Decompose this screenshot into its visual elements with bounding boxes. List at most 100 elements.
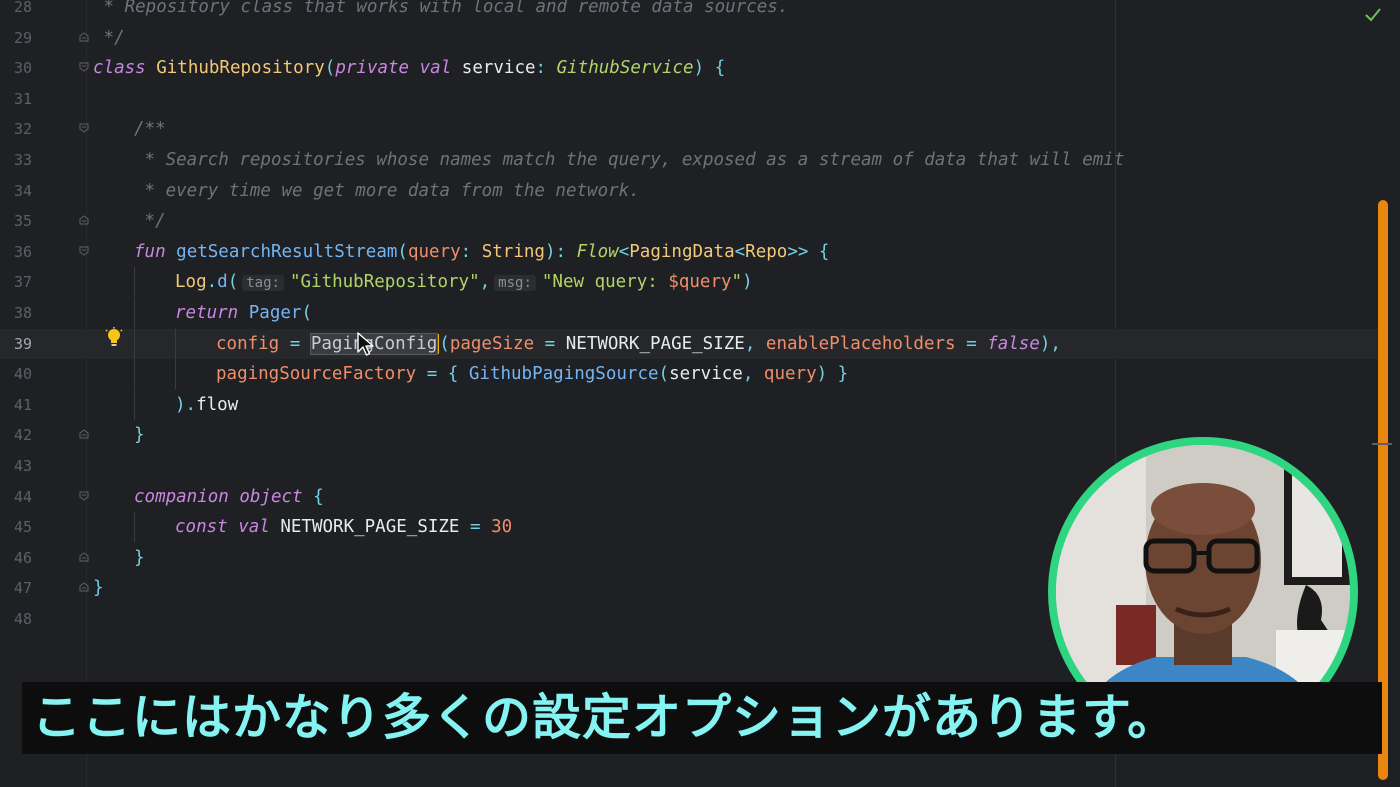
line-number[interactable]: 40 [0,359,32,390]
line-number[interactable]: 42 [0,420,32,451]
fold-start-icon[interactable] [79,123,89,134]
line-number[interactable]: 44 [0,482,32,513]
code-text[interactable]: */ [93,206,166,237]
indent-guide [134,389,175,420]
subtitle-caption: ここにはかなり多くの設定オプションがあります。 [32,689,1178,746]
line-number[interactable]: 41 [0,390,32,421]
line-number[interactable]: 39 [0,329,32,360]
code-token: service [669,364,743,385]
code-line[interactable]: 38 return Pager( [0,298,1380,329]
code-token: = [534,333,566,354]
code-line[interactable]: 34 * every time we get more data from th… [0,176,1380,207]
code-token: /** [134,119,166,140]
fold-end-icon[interactable] [79,31,89,42]
code-token: NETWORK_PAGE_SIZE [280,517,460,538]
code-text[interactable]: return Pager( [93,298,312,329]
code-token: "GithubRepository" [289,272,480,293]
line-number[interactable]: 43 [0,451,32,482]
code-token: = [955,333,988,354]
code-token: >> { [787,241,830,262]
code-text[interactable]: config = PagingConfig (pageSize = NETWORK… [93,328,1061,360]
code-text[interactable]: fun getSearchResultStream(query: String)… [93,237,829,268]
code-text[interactable]: } [93,573,104,604]
code-token: String [481,241,545,262]
code-token: GithubService [556,58,694,79]
fold-end-icon[interactable] [79,429,89,439]
code-token: = [279,333,311,354]
code-line[interactable]: 39 config = PagingConfig (pageSize = NETWO… [0,328,1380,360]
code-token: GithubPagingSource [468,364,659,385]
line-number[interactable]: 29 [0,23,32,54]
code-text[interactable]: * every time we get more data from the n… [93,176,640,207]
code-line[interactable]: 31 [0,84,1380,115]
fold-start-icon[interactable] [79,246,89,256]
code-text[interactable]: const val NETWORK_PAGE_SIZE = 30 [93,512,512,543]
code-text[interactable]: } [93,420,145,451]
line-number[interactable]: 36 [0,237,32,268]
code-line[interactable]: 37 Log.d(tag: "GithubRepository", msg: "New … [0,267,1380,298]
line-number[interactable]: 34 [0,176,32,207]
code-text[interactable]: } [93,543,145,574]
code-token: Pager [248,303,302,323]
indent-guide [93,420,134,450]
line-number[interactable]: 32 [0,114,32,145]
line-number[interactable]: 38 [0,298,32,329]
code-text[interactable]: * Repository class that works with local… [93,0,789,23]
scrollbar-marker [1372,443,1392,445]
code-token: ( [397,241,408,262]
code-text[interactable]: Log.d(tag: "GithubRepository", msg: "New qu… [93,267,753,299]
code-text[interactable]: class GithubRepository(private val servi… [93,53,725,84]
code-token: class [93,58,157,79]
mouse-cursor-icon [357,332,375,362]
code-line[interactable]: 36 fun getSearchResultStream(query: Strin… [0,237,1380,268]
fold-end-icon[interactable] [79,582,89,592]
line-number[interactable]: 28 [0,0,32,23]
code-text[interactable]: * Search repositories whose names match … [93,145,1125,176]
fold-end-icon[interactable] [79,215,89,225]
code-text[interactable]: pagingSourceFactory = { GithubPagingSour… [93,359,848,390]
code-token: < [734,241,746,262]
indent-guide [134,359,175,390]
code-token: 30 [491,517,513,538]
code-token: Repo [745,241,788,262]
indent-guide [93,237,134,267]
code-line[interactable]: 33 * Search repositories whose names mat… [0,145,1380,176]
code-text[interactable]: */ [93,23,125,54]
fold-start-icon[interactable] [79,491,89,501]
code-text[interactable]: ).flow [93,389,238,421]
subtitle-caption-bar: ここにはかなり多くの設定オプションがあります。 [22,682,1382,754]
line-number[interactable]: 46 [0,543,32,574]
line-number[interactable]: 45 [0,512,32,543]
line-number[interactable]: 35 [0,206,32,237]
code-token: : [535,58,557,79]
code-line[interactable]: 28 * Repository class that works with lo… [0,0,1380,23]
check-icon [1364,6,1382,28]
code-line[interactable]: 32 /** [0,114,1380,145]
fold-start-icon[interactable] [79,62,89,72]
code-token: . [206,272,218,293]
code-token: ): [544,241,577,262]
line-number[interactable]: 31 [0,84,32,115]
line-number[interactable]: 48 [0,604,32,635]
code-token: ) } [816,364,849,385]
line-number[interactable]: 37 [0,267,32,298]
code-token: ), [1039,333,1061,354]
code-line[interactable]: 35 */ [0,206,1380,237]
code-line[interactable]: 30 class GithubRepository(private val ser… [0,53,1380,84]
line-number[interactable]: 30 [0,53,32,84]
code-token: ) { [693,58,726,79]
code-token: config [216,333,280,354]
code-token: = { [416,364,469,385]
line-number[interactable]: 47 [0,573,32,604]
code-line[interactable]: 29 */ [0,23,1380,54]
code-token: ( [658,364,670,385]
fold-end-icon[interactable] [79,552,89,562]
code-token: ( [324,58,336,79]
line-number[interactable]: 33 [0,145,32,176]
lightbulb-icon[interactable] [104,327,124,353]
code-line[interactable]: 40 pagingSourceFactory = { GithubPagingSo… [0,359,1380,390]
code-text[interactable]: companion object { [93,482,324,513]
code-text[interactable]: /** [93,114,166,145]
code-line[interactable]: 41 ).flow [0,389,1380,421]
indent-guide [134,298,175,328]
